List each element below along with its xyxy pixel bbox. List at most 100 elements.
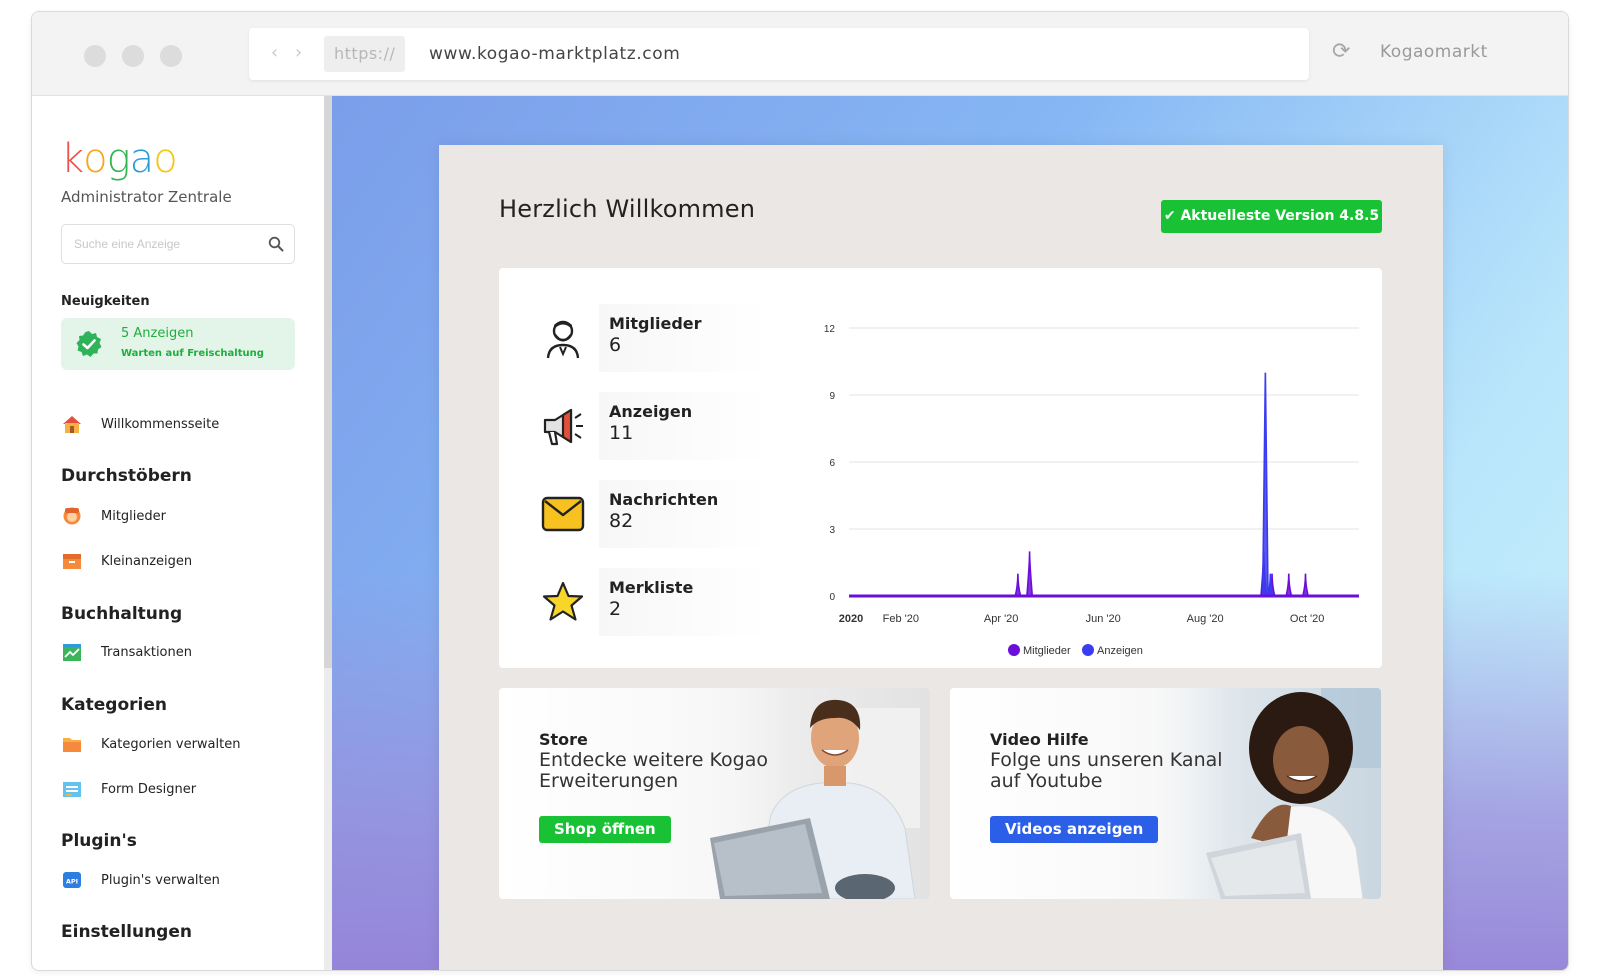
badge-check-icon xyxy=(76,331,102,357)
y-tick-label: 12 xyxy=(824,324,836,335)
video-kicker: Video Hilfe xyxy=(990,730,1089,749)
search-box xyxy=(61,224,295,264)
megaphone-icon xyxy=(543,408,583,446)
y-tick-label: 3 xyxy=(829,525,835,536)
stat-value: 82 xyxy=(609,510,634,532)
shop-open-button[interactable]: Shop öffnen xyxy=(539,816,671,843)
sidebar-item-form-designer[interactable]: Form Designer xyxy=(61,777,196,801)
video-promo-photo xyxy=(1151,688,1381,899)
admin-subtitle: Administrator Zentrale xyxy=(61,188,232,206)
stat-watchlist[interactable]: Merkliste 2 xyxy=(539,568,769,636)
sidebar-item-label: Mitglieder xyxy=(101,508,166,524)
sidebar-scrollbar-thumb[interactable] xyxy=(324,96,332,668)
browser-window: ‹ › https:// www.kogao-marktplatz.com ⟳ … xyxy=(31,11,1569,971)
stat-label: Anzeigen xyxy=(609,402,693,421)
stat-messages[interactable]: Nachrichten 82 xyxy=(539,480,769,548)
logo-letter: o xyxy=(153,136,178,182)
sidebar-item-classifieds[interactable]: Kleinanzeigen xyxy=(61,549,192,573)
form-icon xyxy=(63,782,81,797)
stat-value: 2 xyxy=(609,598,622,620)
site-name: Kogaomarkt xyxy=(1380,42,1488,62)
stat-value: 6 xyxy=(609,334,622,356)
api-icon: API xyxy=(63,872,81,888)
svg-text:API: API xyxy=(66,878,78,886)
news-title: 5 Anzeigen xyxy=(121,326,194,341)
search-input[interactable] xyxy=(74,225,259,263)
x-tick-label: 2020 xyxy=(839,613,863,625)
window-minimize-dot[interactable] xyxy=(122,45,144,67)
store-promo-card: Store Entdecke weitere Kogao Erweiterung… xyxy=(499,688,930,899)
news-subtitle: Warten auf Freischaltung xyxy=(121,348,264,359)
sidebar-item-label: Kategorien verwalten xyxy=(101,736,241,752)
x-tick-label: Feb '20 xyxy=(883,613,919,625)
browser-chrome: ‹ › https:// www.kogao-marktplatz.com ⟳ … xyxy=(32,12,1568,96)
stat-value: 11 xyxy=(609,422,634,444)
store-kicker: Store xyxy=(539,730,588,749)
legend-label: Anzeigen xyxy=(1097,645,1143,657)
chart-icon xyxy=(63,644,81,661)
x-tick-label: Oct '20 xyxy=(1290,613,1325,625)
sidebar-item-manage-plugins[interactable]: API Plugin's verwalten xyxy=(61,868,220,892)
user-icon xyxy=(546,320,580,359)
logo-letter: a xyxy=(129,136,154,182)
house-icon xyxy=(63,416,81,433)
reload-icon[interactable]: ⟳ xyxy=(1332,39,1350,64)
store-promo-photo xyxy=(700,688,930,899)
stat-ads[interactable]: Anzeigen 11 xyxy=(539,392,769,460)
section-accounting: Buchhaltung xyxy=(61,604,183,624)
back-arrow-icon[interactable]: ‹ xyxy=(271,42,278,63)
url-text[interactable]: www.kogao-marktplatz.com xyxy=(429,28,680,80)
page-title: Herzlich Willkommen xyxy=(499,195,756,223)
address-bar[interactable]: ‹ › https:// www.kogao-marktplatz.com xyxy=(249,28,1309,80)
forward-arrow-icon[interactable]: › xyxy=(295,42,302,63)
news-heading: Neuigkeiten xyxy=(61,294,150,309)
series-spike xyxy=(1026,551,1034,597)
series-spike xyxy=(1261,372,1269,597)
activity-chart[interactable]: 0 3 6 9 12 2020 Feb '20 Apr '20 Jun '20 Aug '20 Oc… xyxy=(809,308,1369,663)
x-tick-label: Aug '20 xyxy=(1187,613,1224,625)
members-icon xyxy=(63,507,81,525)
videos-show-button[interactable]: Videos anzeigen xyxy=(990,816,1159,843)
video-promo-card: Video Hilfe Folge uns unseren Kanal auf … xyxy=(950,688,1381,899)
logo-letter: g xyxy=(106,136,131,182)
sidebar-item-members[interactable]: Mitglieder xyxy=(61,504,166,528)
box-icon xyxy=(63,554,81,569)
legend-marker xyxy=(1082,644,1094,656)
series-spike xyxy=(1285,573,1293,597)
window-maximize-dot[interactable] xyxy=(160,45,182,67)
legend-marker xyxy=(1008,644,1020,656)
legend-label: Mitglieder xyxy=(1023,645,1071,657)
news-card[interactable]: 5 Anzeigen Warten auf Freischaltung xyxy=(61,318,295,370)
url-protocol: https:// xyxy=(324,36,406,72)
section-browse: Durchstöbern xyxy=(61,466,192,486)
x-tick-label: Apr '20 xyxy=(984,613,1019,625)
x-tick-label: Jun '20 xyxy=(1086,613,1121,625)
sidebar-item-transactions[interactable]: Transaktionen xyxy=(61,640,192,664)
dashboard-panel: Herzlich Willkommen ✔ Aktuelleste Versio… xyxy=(439,145,1443,970)
version-button[interactable]: ✔ Aktuelleste Version 4.8.5 xyxy=(1161,200,1382,233)
search-icon[interactable] xyxy=(268,236,284,252)
logo-letter: k xyxy=(61,136,84,182)
section-categories: Kategorien xyxy=(61,695,167,715)
kogao-logo[interactable]: kogao xyxy=(61,136,178,182)
sidebar-item-label: Willkommensseite xyxy=(101,416,220,432)
video-text: Folge uns unseren Kanal auf Youtube xyxy=(990,749,1223,792)
y-tick-label: 6 xyxy=(829,458,835,469)
stats-card: Mitglieder 6 Anzeigen 11 Nachrichten 82 … xyxy=(499,268,1382,668)
sidebar-item-manage-categories[interactable]: Kategorien verwalten xyxy=(61,732,240,756)
store-text: Entdecke weitere Kogao Erweiterungen xyxy=(539,749,768,792)
sidebar-item-label: Plugin's verwalten xyxy=(101,872,220,888)
section-settings: Einstellungen xyxy=(61,922,192,942)
y-tick-label: 9 xyxy=(829,391,835,402)
y-tick-label: 0 xyxy=(829,592,835,603)
star-icon xyxy=(542,581,584,621)
window-close-dot[interactable] xyxy=(84,45,106,67)
stat-members[interactable]: Mitglieder 6 xyxy=(539,304,769,372)
sidebar: kogao Administrator Zentrale Neuigkeiten… xyxy=(32,96,332,970)
logo-letter: o xyxy=(83,136,108,182)
series-spike xyxy=(1014,573,1022,597)
sidebar-item-label: Transaktionen xyxy=(101,644,192,660)
sidebar-item-welcome[interactable]: Willkommensseite xyxy=(61,412,219,436)
stat-label: Merkliste xyxy=(609,578,694,597)
stat-label: Mitglieder xyxy=(609,314,702,333)
